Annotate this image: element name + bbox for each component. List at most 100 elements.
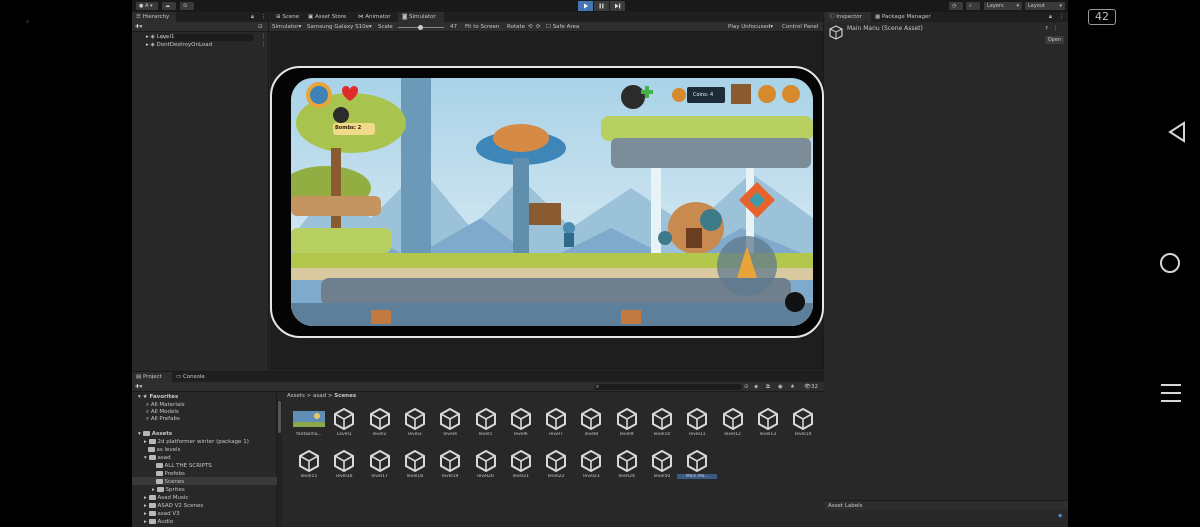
asset-tile[interactable]: level18 (399, 450, 431, 482)
tree-item[interactable]: ▸ Sprites (152, 486, 185, 494)
favorites-header[interactable]: ▾ ★ Favorites (138, 393, 178, 401)
filter-type-icon[interactable]: ⊙ (744, 383, 749, 391)
scene-visibility-icon[interactable]: ⊡ (258, 23, 263, 31)
asset-tile[interactable]: level10 (646, 408, 678, 440)
assets-header[interactable]: ▾ Assets (138, 430, 172, 438)
asset-tile[interactable]: level11 (681, 408, 713, 440)
settings-icon[interactable]: ⋮ (1053, 25, 1059, 33)
tab-animator[interactable]: ⋈ Animator (354, 12, 395, 22)
breadcrumb-item[interactable]: Assets (287, 393, 305, 399)
asset-tile[interactable]: level8 (575, 408, 607, 440)
history-icon[interactable]: ◷ (949, 2, 963, 10)
tree-item[interactable]: ▸ asad V3 (144, 510, 180, 518)
project-search-input[interactable]: ⌕ (594, 384, 742, 390)
scale-slider-thumb[interactable] (418, 25, 423, 30)
lock-icon[interactable]: 🔒︎ (251, 13, 254, 21)
simulator-mode-dropdown[interactable]: Simulator▾ (272, 23, 301, 31)
help-icon[interactable]: ? (1045, 25, 1048, 33)
kebab-menu-icon[interactable]: ⋮ (261, 13, 267, 21)
lock-icon[interactable]: 🔒︎ (1049, 13, 1052, 21)
asset-tile[interactable]: level12 (717, 408, 749, 440)
asset-tile[interactable]: level4 (434, 408, 466, 440)
asset-tile[interactable]: level6 (505, 408, 537, 440)
collab-icon[interactable]: ⊙ (180, 2, 194, 10)
hierarchy-item-label: DontDestroyOnLoad (156, 42, 213, 48)
kebab-menu-icon[interactable]: ⋮ (261, 33, 267, 41)
asset-tile[interactable]: level14 (787, 408, 819, 440)
asset-tile[interactable]: level9 (611, 408, 643, 440)
tab-hierarchy[interactable]: ☰ Hierarchy (132, 12, 176, 22)
play-focus-dropdown[interactable]: Play Unfocused▾ (728, 23, 773, 31)
asset-tile[interactable]: level24 (611, 450, 643, 482)
asset-tile[interactable]: Level1 (328, 408, 360, 440)
home-icon[interactable] (1160, 253, 1180, 273)
asset-tile[interactable]: level21 (505, 450, 537, 482)
account-dropdown[interactable]: ● A ▾ (136, 2, 158, 10)
asset-tile[interactable]: fantasmo... (293, 408, 325, 440)
asset-tile[interactable]: level5 (470, 408, 502, 440)
eye-icon[interactable]: ◉ (778, 383, 783, 391)
safe-area-toggle[interactable]: ☐ Safe Area (546, 23, 579, 31)
asset-tile[interactable]: level2 (364, 408, 396, 440)
tree-item[interactable]: ▸ Asad Music (144, 494, 188, 502)
game-view[interactable]: Bombs: 2 Coins: 4 (291, 78, 813, 326)
asset-tile[interactable]: level13 (752, 408, 784, 440)
asset-tile[interactable]: level16 (328, 450, 360, 482)
open-button[interactable]: Open (1045, 36, 1064, 44)
kebab-menu-icon[interactable]: ⋮ (261, 41, 267, 49)
recents-icon[interactable] (1161, 384, 1181, 406)
tab-asset-store[interactable]: ▣ Asset Store (304, 12, 350, 22)
pause-button[interactable] (594, 1, 609, 11)
control-panel-button[interactable]: Control Panel (782, 23, 818, 31)
tree-item[interactable]: as levels (144, 446, 180, 454)
star-icon[interactable]: ★ (790, 383, 795, 391)
asset-tile[interactable]: Main Ma... (677, 450, 718, 482)
rotate-right-icon[interactable]: ⟳ (536, 23, 541, 31)
tree-scrollbar[interactable] (277, 400, 282, 527)
scale-slider[interactable] (398, 25, 444, 30)
tree-item[interactable]: ▾ asad (144, 454, 171, 462)
device-dropdown[interactable]: Samsung Galaxy S10e▾ (307, 23, 372, 31)
hierarchy-item-dontdestroy[interactable]: ▸ ◈ DontDestroyOnLoad (146, 41, 212, 49)
tab-project[interactable]: ▤ Project (132, 372, 172, 382)
tab-inspector[interactable]: ⓘ Inspector (825, 12, 871, 22)
tab-scene[interactable]: ⊞ Scene (272, 12, 303, 22)
tree-scrollbar-thumb[interactable] (278, 401, 281, 433)
tree-item[interactable]: ALL THE SCRIPTS (152, 462, 212, 470)
fit-to-screen-button[interactable]: Fit to Screen (465, 23, 499, 31)
back-icon[interactable] (1166, 121, 1188, 143)
tree-item-scenes[interactable]: Scenes (152, 478, 184, 486)
step-button[interactable] (610, 1, 625, 11)
asset-tile[interactable]: level15 (293, 450, 325, 482)
add-icon[interactable]: ✚▾ (135, 23, 142, 31)
layers-dropdown[interactable]: Layers ▾ (984, 2, 1022, 10)
layout-dropdown[interactable]: Layout ▾ (1025, 2, 1065, 10)
tab-package-manager[interactable]: ▦ Package Manager (871, 12, 935, 22)
tree-item[interactable]: ▸ ASAD V2 Scenes (144, 502, 203, 510)
asset-tile[interactable]: level7 (540, 408, 572, 440)
tree-item[interactable]: ▸ 2d platformer winter (package 1) (144, 438, 249, 446)
tree-item[interactable]: ▸ Audio (144, 518, 173, 526)
cloud-icon[interactable]: ☁ (162, 2, 176, 10)
favorites-item[interactable]: ⌕ All Prefabs (146, 415, 180, 423)
asset-tile[interactable]: level22 (540, 450, 572, 482)
breadcrumb-item[interactable]: asad (313, 393, 326, 399)
tab-console[interactable]: ▭ Console (172, 372, 209, 382)
hierarchy-item-level1[interactable]: ▸ ◈ Level1 (146, 33, 175, 41)
unity-scene-icon (757, 408, 778, 430)
asset-tile[interactable]: level17 (364, 450, 396, 482)
search-icon[interactable]: ⌕ (966, 2, 980, 10)
asset-tile[interactable]: level23 (575, 450, 607, 482)
filter-label-icon[interactable]: ◈ (754, 383, 758, 391)
asset-tile[interactable]: level3 (399, 408, 431, 440)
tag-icon[interactable]: ◆ (1058, 512, 1062, 520)
tab-simulator[interactable]: ◙ Simulator (398, 12, 444, 22)
asset-tile[interactable]: level50 (646, 450, 678, 482)
rotate-left-icon[interactable]: ⟲ (528, 23, 533, 31)
add-icon[interactable]: ✚▾ (135, 383, 142, 391)
kebab-menu-icon[interactable]: ⋮ (1059, 13, 1065, 21)
asset-tile[interactable]: level20 (470, 450, 502, 482)
play-button[interactable] (578, 1, 593, 11)
bookmark-icon[interactable]: ⧉ (766, 383, 770, 391)
asset-tile[interactable]: level19 (434, 450, 466, 482)
